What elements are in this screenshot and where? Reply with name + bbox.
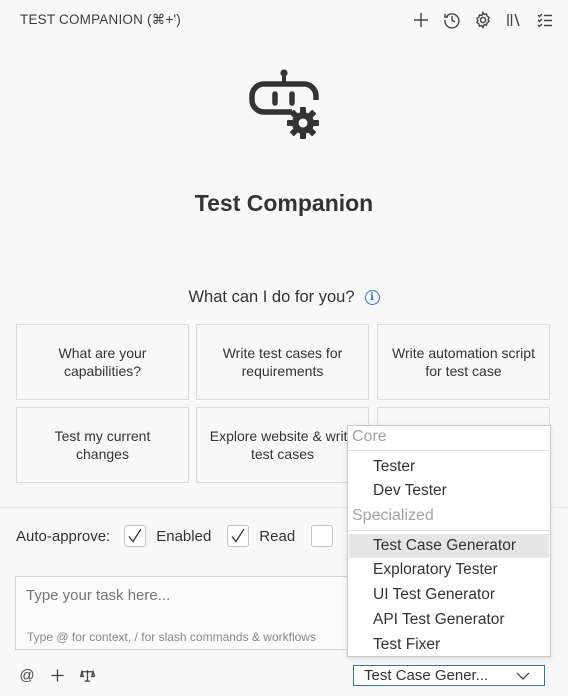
checkmark-icon [128,528,142,543]
task-input[interactable] [26,587,346,604]
info-icon[interactable]: i [364,290,380,305]
robot-gear-icon [249,69,319,139]
suggestion-card-explore-website[interactable]: Explore website & write test cases [196,407,369,483]
mode-option-test-case-generator[interactable]: Test Case Generator [349,534,549,558]
gear-icon [475,11,491,29]
mode-dropdown-menu: Core Tester Dev Tester Specialized Test … [347,425,551,657]
plus-icon [414,13,428,27]
history-icon [444,13,460,29]
mode-option-exploratory-tester[interactable]: Exploratory Tester [349,558,549,582]
settings-button[interactable] [472,9,494,31]
tasklist-button[interactable] [534,9,556,31]
mode-select[interactable]: Test Case Gener... [353,665,545,686]
enabled-checkbox[interactable] [124,525,147,547]
suggestion-card-write-test-cases[interactable]: Write test cases for requirements [196,324,369,400]
suggestion-card-capabilities[interactable]: What are your capabilities? [16,324,189,400]
suggestion-card-automation-script[interactable]: Write automation script for test case [377,324,550,400]
dropdown-separator [348,450,550,451]
chevron-down-icon [516,672,530,680]
auto-approve-row: Auto-approve: Enabled Read [16,523,334,549]
add-icon[interactable] [48,666,66,684]
mode-option-ui-test-generator[interactable]: UI Test Generator [349,583,549,607]
library-icon [507,13,520,27]
new-task-button[interactable] [410,9,432,31]
mode-select-value: Test Case Gener... [364,667,489,684]
app-title: Test Companion [194,190,374,216]
task-hint: Type @ for context, / for slash commands… [27,630,316,644]
read-label: Read [259,527,296,545]
suggestion-card-test-changes[interactable]: Test my current changes [16,407,189,483]
task-input-box: Type @ for context, / for slash commands… [15,576,355,650]
dropdown-separator [348,530,550,531]
enabled-label: Enabled [156,527,212,545]
prompt-heading: What can I do for you? [188,288,355,306]
bottom-toolbar: @ [18,666,96,684]
auto-approve-label: Auto-approve: [16,527,111,545]
dropdown-group-specialized: Specialized [352,507,434,524]
mode-option-tester[interactable]: Tester [349,455,549,479]
prompt-row: What can I do for you? i [0,288,568,307]
mode-option-dev-tester[interactable]: Dev Tester [349,479,549,503]
read-checkbox[interactable] [227,525,250,547]
at-icon[interactable]: @ [18,666,36,684]
header-actions [410,9,556,31]
tasklist-icon [537,13,552,28]
checkmark-icon [231,528,245,543]
scale-icon[interactable] [78,666,96,684]
history-button[interactable] [441,9,463,31]
panel-title: TEST COMPANION (⌘+') [20,12,181,27]
library-button[interactable] [503,9,525,31]
third-checkbox[interactable] [311,525,334,547]
mode-option-api-test-generator[interactable]: API Test Generator [349,608,549,632]
panel-header: TEST COMPANION (⌘+') [0,0,568,40]
mode-option-test-fixer[interactable]: Test Fixer [349,633,549,656]
dropdown-group-core: Core [352,428,387,445]
